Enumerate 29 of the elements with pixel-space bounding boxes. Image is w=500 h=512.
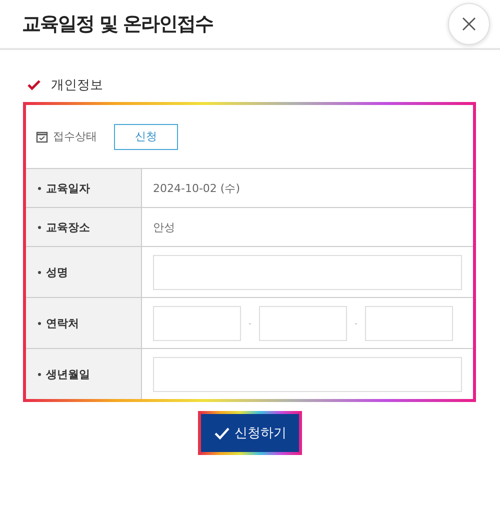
status-label: 접수상태 [53, 129, 97, 144]
status-badge: 신청 [114, 124, 178, 150]
separator: - [248, 318, 252, 328]
separator: - [354, 318, 358, 328]
bullet-icon [38, 322, 41, 324]
bullet-icon [38, 186, 41, 190]
input-field[interactable] [153, 306, 241, 340]
input-field[interactable] [365, 306, 453, 340]
row-value: 2024-10-02 (수) [153, 180, 240, 196]
row-value: 안성 [153, 220, 175, 234]
input-field[interactable] [153, 254, 462, 290]
close-button[interactable] [448, 3, 490, 45]
bullet-icon [38, 226, 41, 228]
submit-button[interactable]: 신청하기 [198, 411, 302, 455]
bullet-icon [38, 270, 41, 274]
check-icon [214, 426, 230, 440]
row-label: 교육장소 [46, 220, 90, 234]
row-label: 생년월일 [46, 366, 90, 382]
input-field[interactable] [259, 306, 347, 340]
row-label: 교육일자 [46, 180, 90, 196]
bullet-icon [38, 372, 41, 376]
section-title: 개인정보 [51, 77, 103, 94]
dialog-title: 교육일정 및 온라인접수 [22, 12, 214, 37]
calendar-icon [36, 130, 48, 142]
input-field[interactable] [153, 356, 462, 392]
check-icon [27, 79, 41, 91]
close-icon [461, 16, 477, 32]
row-label: 연락처 [46, 316, 79, 330]
row-label: 성명 [46, 264, 68, 280]
